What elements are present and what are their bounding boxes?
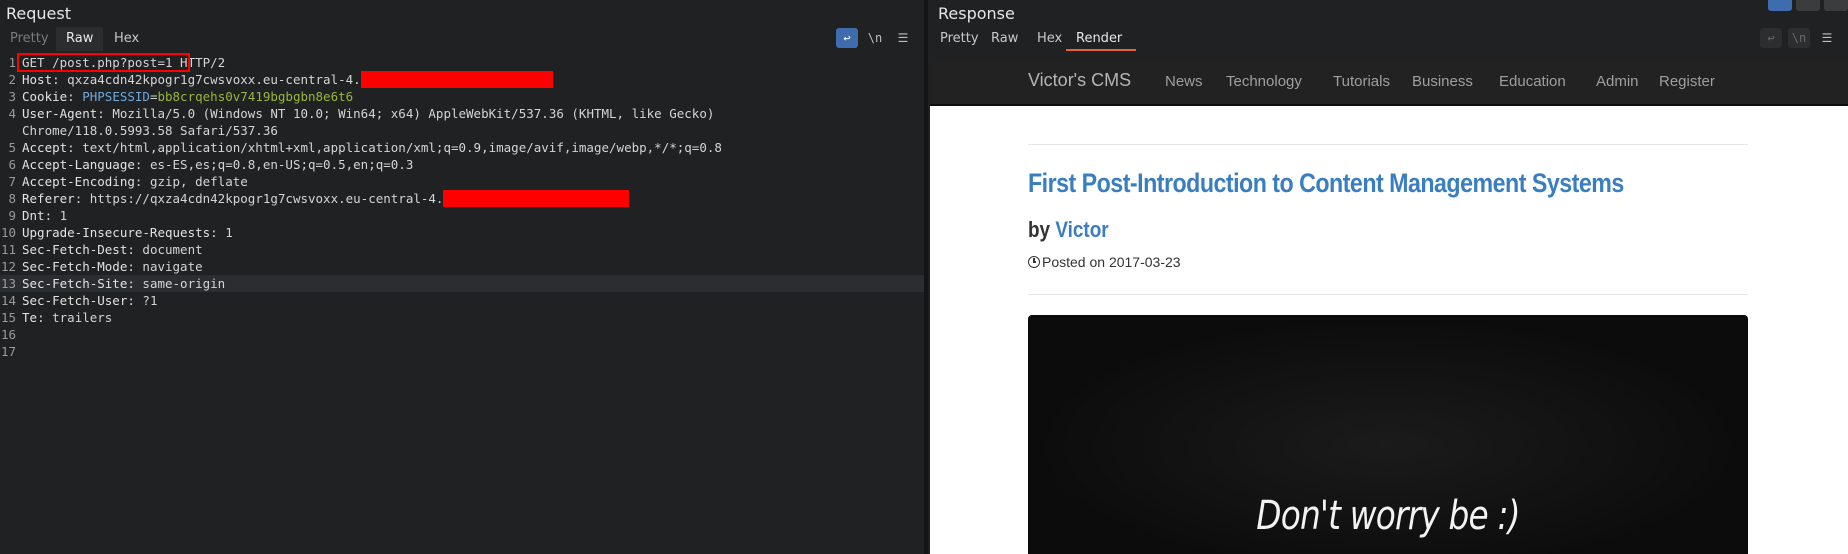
header-sec-fetch-dest: 11 Sec-Fetch-Dest: document xyxy=(0,242,203,257)
tab-raw[interactable]: Raw xyxy=(981,27,1028,51)
raw-request-editor[interactable]: 1 GET /post.php?post=1 HTTP/2 2 Host: qxza… xyxy=(0,54,924,554)
empty-line: 16 xyxy=(0,327,16,342)
request-title: Request xyxy=(6,4,71,23)
nav-register[interactable]: Register xyxy=(1659,73,1715,90)
divider xyxy=(1028,294,1748,295)
header-sec-fetch-site: 13 Sec-Fetch-Site: same-origin xyxy=(0,275,924,292)
image-caption: Don't worry be :) xyxy=(1256,493,1520,539)
menu-icon[interactable]: ☰ xyxy=(892,28,914,48)
header-user-agent: 4 User-Agent: Mozilla/5.0 (Windows NT 10.… xyxy=(8,106,715,121)
post-image: Don't worry be :) xyxy=(1028,315,1748,554)
newline-icon[interactable]: \n xyxy=(1788,28,1810,48)
tab-hex[interactable]: Hex xyxy=(104,27,149,51)
session-id: bb8crqehs0v7419bgbgbn8e6t6 xyxy=(157,89,354,104)
stacked-layout-icon[interactable] xyxy=(1796,0,1820,11)
header-sec-fetch-mode: 12 Sec-Fetch-Mode: navigate xyxy=(0,259,203,274)
layout-toggle xyxy=(1768,0,1848,11)
header-cookie: 3 Cookie: PHPSESSID=bb8crqehs0v7419bgbgbn… xyxy=(8,89,354,104)
rendered-page: Victor's CMS News Technology Tutorials B… xyxy=(930,58,1848,554)
nav-technology[interactable]: Technology xyxy=(1226,73,1302,90)
wrap-lines-icon[interactable]: ↩ xyxy=(836,28,858,48)
redaction-bar xyxy=(360,71,553,88)
divider xyxy=(1028,144,1748,145)
side-by-side-layout-icon[interactable] xyxy=(1768,0,1792,11)
post-date: Posted on 2017-03-23 xyxy=(1028,254,1181,270)
header-accept-language: 6 Accept-Language: es-ES,es;q=0.8,en-US;q… xyxy=(8,157,414,172)
author-link[interactable]: Victor xyxy=(1055,217,1108,242)
site-brand[interactable]: Victor's CMS xyxy=(1028,70,1131,91)
tab-pretty[interactable]: Pretty xyxy=(0,27,59,51)
menu-icon[interactable]: ☰ xyxy=(1816,28,1838,48)
header-dnt: 9 Dnt: 1 xyxy=(8,208,68,223)
tab-pretty[interactable]: Pretty xyxy=(930,27,989,51)
nav-business[interactable]: Business xyxy=(1412,73,1473,90)
nav-education[interactable]: Education xyxy=(1499,73,1566,90)
request-pane: Request Pretty Raw Hex ↩ \n ☰ 1 GET /post… xyxy=(0,0,924,554)
header-referer: 8 Referer: https://qxza4cdn42kpogr1g7cwsv… xyxy=(0,190,924,207)
nav-tutorials[interactable]: Tutorials xyxy=(1333,73,1390,90)
empty-line: 17 xyxy=(0,344,16,359)
tab-render[interactable]: Render xyxy=(1066,27,1136,51)
post-title[interactable]: First Post-Introduction to Content Manag… xyxy=(1028,168,1624,199)
tabbed-layout-icon[interactable] xyxy=(1824,0,1848,11)
header-host: 2 Host: qxza4cdn42kpogr1g7cwsvoxx.eu-cent… xyxy=(0,71,924,88)
redaction-bar xyxy=(443,190,630,207)
response-title: Response xyxy=(938,4,1015,23)
wrap-lines-icon[interactable]: ↩ xyxy=(1760,28,1782,48)
header-user-agent-cont: Chrome/118.0.5993.58 Safari/537.36 xyxy=(22,123,278,138)
request-toolbar: ↩ \n ☰ xyxy=(836,28,914,48)
header-upgrade-insecure: 10 Upgrade-Insecure-Requests: 1 xyxy=(0,225,233,240)
clock-icon xyxy=(1028,256,1040,268)
header-sec-fetch-user: 14 Sec-Fetch-User: ?1 xyxy=(0,293,158,308)
highlight-annotation-box xyxy=(17,53,190,72)
response-toolbar: ↩ \n ☰ xyxy=(1760,28,1838,48)
header-accept: 5 Accept: text/html,application/xhtml+xml… xyxy=(8,140,722,155)
tab-raw[interactable]: Raw xyxy=(56,27,104,51)
response-tabs: Pretty Raw Hex Render xyxy=(928,27,1848,51)
request-tabs: Pretty Raw Hex xyxy=(0,27,924,51)
site-navbar: Victor's CMS News Technology Tutorials B… xyxy=(930,58,1848,106)
header-accept-encoding: 7 Accept-Encoding: gzip, deflate xyxy=(8,174,248,189)
post-byline: by Victor xyxy=(1028,217,1109,242)
nav-admin[interactable]: Admin xyxy=(1596,73,1639,90)
nav-news[interactable]: News xyxy=(1165,73,1203,90)
newline-icon[interactable]: \n xyxy=(864,28,886,48)
header-te: 15 Te: trailers xyxy=(0,310,113,325)
